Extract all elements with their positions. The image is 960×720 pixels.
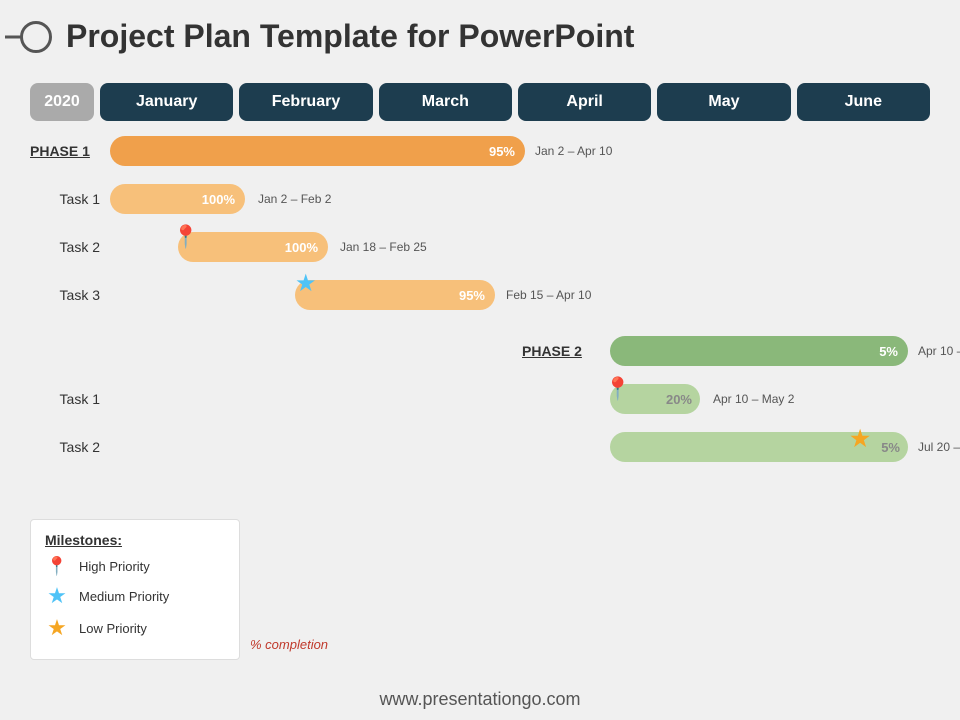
year-badge: 2020 <box>30 83 94 121</box>
month-march: March <box>379 83 512 121</box>
phase1-task2-bar: 📍 100% <box>178 232 328 262</box>
phase2-task1-label: Task 1 <box>30 391 110 407</box>
legend-item-low: ★ Low Priority <box>45 615 219 641</box>
phase1-task2-row: Task 2 📍 100% Jan 18 – Feb 25 <box>30 225 930 269</box>
phase1-bar: 95% <box>110 136 525 166</box>
phase1-task2-label: Task 2 <box>30 239 110 255</box>
legend-item-medium: ★ Medium Priority <box>45 583 219 609</box>
phase1-dates: Jan 2 – Apr 10 <box>535 144 612 158</box>
footer-text: www.presentationgo.com <box>379 689 580 709</box>
page-title: Project Plan Template for PowerPoint <box>66 18 634 55</box>
phase1-label: PHASE 1 <box>30 143 110 159</box>
phase1-task1-pct: 100% <box>202 192 235 207</box>
red-pin-icon: 📍 <box>172 224 199 250</box>
phase1-task2-dates: Jan 18 – Feb 25 <box>340 240 427 254</box>
phase2-task2-pct: 5% <box>881 440 900 455</box>
month-february: February <box>239 83 372 121</box>
phase2-task2-bar: ★ 5% <box>610 432 908 462</box>
phase1-task3-bar: 95% <box>295 280 495 310</box>
blue-star-icon: ★ <box>295 269 317 298</box>
month-january: January <box>100 83 233 121</box>
gold-star-icon-bar: ★ <box>850 426 870 452</box>
phase1-task1-row: Task 1 100% Jan 2 – Feb 2 <box>30 177 930 221</box>
phase1-row: PHASE 1 95% Jan 2 – Apr 10 <box>30 129 930 173</box>
gold-star-legend-icon: ★ <box>45 615 69 641</box>
legend-low-label: Low Priority <box>79 621 147 636</box>
month-june: June <box>797 83 930 121</box>
phase1-task3-dates: Feb 15 – Apr 10 <box>506 288 591 302</box>
header: Project Plan Template for PowerPoint <box>0 0 960 65</box>
gantt-chart: PHASE 1 95% Jan 2 – Apr 10 Task 1 100% J… <box>30 129 930 459</box>
phase2-task1-bar: 📍 20% <box>610 384 700 414</box>
phase2-task2-row: Task 2 ★ 5% Jul 20 – Jun 10 <box>30 425 930 469</box>
legend-box: Milestones: 📍 High Priority ★ Medium Pri… <box>30 519 240 660</box>
phase2-task1-pct: 20% <box>666 392 692 407</box>
phase1-task1-label: Task 1 <box>30 191 110 207</box>
phase2-bar: 5% <box>610 336 908 366</box>
phase1-task2-pct: 100% <box>285 240 318 255</box>
footer: www.presentationgo.com <box>0 689 960 710</box>
phase2-task2-label: Task 2 <box>30 439 110 455</box>
blue-star-legend-icon: ★ <box>45 583 69 609</box>
phase1-task3-row: Task 3 ★ 95% Feb 15 – Apr 10 <box>30 273 930 317</box>
phase1-task1-bar: 100% <box>110 184 245 214</box>
red-pin-legend-icon: 📍 <box>45 556 69 577</box>
phase1-pct: 95% <box>489 144 515 159</box>
pct-completion-note: % completion <box>250 637 328 652</box>
phase2-pct: 5% <box>879 344 898 359</box>
phase2-dates: Apr 10 – Jun 10 <box>918 344 960 358</box>
month-may: May <box>657 83 790 121</box>
month-bar: 2020 January February March April May Ju… <box>0 83 960 121</box>
phase2-task1-dates: Apr 10 – May 2 <box>713 392 794 406</box>
legend-high-label: High Priority <box>79 559 150 574</box>
legend-medium-label: Medium Priority <box>79 589 169 604</box>
phase1-task1-dates: Jan 2 – Feb 2 <box>258 192 331 206</box>
phase2-task2-dates: Jul 20 – Jun 10 <box>918 440 960 454</box>
month-april: April <box>518 83 651 121</box>
header-icon <box>20 21 52 53</box>
phase2-task1-row: Task 1 📍 20% Apr 10 – May 2 <box>30 377 930 421</box>
legend-item-high: 📍 High Priority <box>45 556 219 577</box>
red-pin-icon-2: 📍 <box>604 376 631 402</box>
legend-title: Milestones: <box>45 532 219 548</box>
phase1-task3-label: Task 3 <box>30 287 110 303</box>
phase1-task3-pct: 95% <box>459 288 485 303</box>
phase2-row: PHASE 2 5% Apr 10 – Jun 10 <box>30 329 930 373</box>
